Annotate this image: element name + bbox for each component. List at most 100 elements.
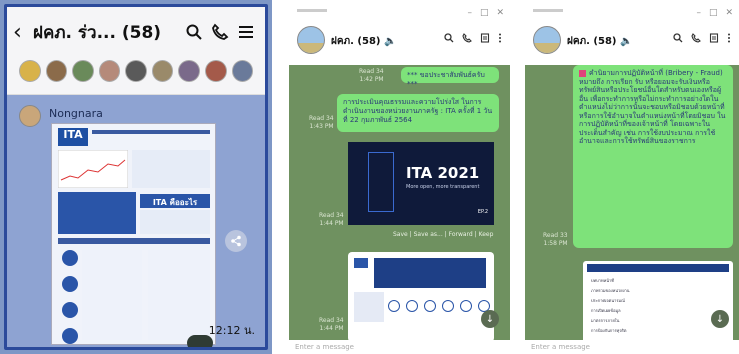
sender-name: Nongnara [49,107,103,120]
image-actions: Save | Save as... | Forward | Keep [393,231,494,238]
scroll-down-icon[interactable]: ↓ [481,310,499,328]
minimize-icon[interactable]: – [696,8,701,18]
close-icon[interactable]: ✕ [725,8,733,18]
mute-icon: 🔈 [619,36,633,47]
poster-banner: ITA คืออะไร [140,194,210,208]
more-icon[interactable] [727,33,731,43]
phone-icon[interactable] [462,33,472,43]
message-bubble[interactable]: *** ขอประชาสัมพันธ์ครับ *** [401,67,499,88]
poster-header-bar [92,130,210,134]
read-receipt: Read 34 1:44 PM [319,212,344,227]
poster-banner-text [140,210,210,234]
menu-icon[interactable] [233,19,259,45]
keep-link[interactable]: Keep [479,231,494,238]
avatar[interactable] [151,60,174,82]
forward-link[interactable]: Forward [449,231,473,238]
window-controls: – □ ✕ [467,8,504,18]
avatar[interactable] [231,60,254,82]
avatar[interactable] [19,60,41,82]
save-link[interactable]: Save [393,231,408,238]
avatar[interactable] [72,60,94,82]
pink-square-icon [579,69,586,77]
window-drag-handle[interactable] [533,9,563,12]
chat-area: Read 34 1:42 PM *** ขอประชาสัมพันธ์ครับ *… [289,65,510,342]
long-message-text: คำนิยามการปฏิบัติหน้าที่ (Bribery - Frau… [579,69,726,146]
ita-episode: EP.2 [477,209,488,215]
doc-row: ประกาศเจตนารมณ์ [591,298,625,303]
poster-blue-block [58,192,136,234]
message-input[interactable]: Enter a message [525,340,739,354]
maximize-icon[interactable]: □ [709,8,718,18]
message-bubble[interactable]: การประเมินคุณธรรมและความโปร่งใส ในการดำเ… [337,94,499,132]
ita-title: ITA 2021 [406,164,480,182]
mobile-chat-panel: ‹ ฝคภ. ร่ว... (58) Nongnara ITA ITA คืออ… [0,0,272,354]
sender-avatar[interactable] [19,105,41,127]
chat-title: ฝคภ. ร่ว... (58) [33,22,162,43]
maximize-icon[interactable]: □ [480,8,489,18]
message-time: 12:12 น. [208,324,255,337]
close-icon[interactable]: ✕ [496,8,504,18]
save-as-link[interactable]: Save as... [414,231,443,238]
doc-row: บทบาทหน้าที่ [591,278,614,283]
avatar[interactable] [204,60,227,82]
chat-area: คำนิยามการปฏิบัติหน้าที่ (Bribery - Frau… [525,65,739,351]
group-avatar[interactable] [297,26,325,54]
window-header: – □ ✕ ฝคภ. (58) 🔈 [525,0,739,65]
chat-name: ฝคภ. (58) 🔈 [567,36,633,47]
group-avatar[interactable] [533,26,561,54]
desktop-chat-panel-1: – □ ✕ ฝคภ. (58) 🔈 Read 34 1:42 PM *** ขอป… [289,0,510,354]
poster-list-right [148,250,210,340]
card-banner [374,258,486,288]
message-bubble[interactable]: คำนิยามการปฏิบัติหน้าที่ (Bribery - Frau… [573,65,733,248]
avatar[interactable] [98,60,121,82]
poster-heading: ITA [58,128,88,146]
avatar[interactable] [178,60,200,82]
read-receipt: Read 34 1:44 PM [319,317,344,332]
header-actions [673,33,731,43]
ita-poster-image[interactable]: ITA ITA คืออะไร [51,123,216,345]
search-icon[interactable] [673,33,683,43]
search-icon[interactable] [444,33,454,43]
poster-chart-graphic [58,150,128,188]
minimize-icon[interactable]: – [467,8,472,18]
poster-list-left [82,250,142,340]
scroll-down-icon[interactable]: ↓ [711,310,729,328]
read-receipt: Read 34 1:42 PM [359,68,384,83]
share-icon[interactable] [225,230,247,252]
window-drag-handle[interactable] [297,9,327,12]
read-receipt: Read 33 1:58 PM [543,232,568,247]
notes-icon[interactable] [480,33,490,43]
phone-icon[interactable] [691,33,701,43]
window-header: – □ ✕ ฝคภ. (58) 🔈 [289,0,510,65]
ita-graphic [368,152,394,212]
avatar[interactable] [125,60,147,82]
card-label [354,292,384,322]
mobile-header: ‹ ฝคภ. ร่ว... (58) [7,7,265,57]
chat-name: ฝคภ. (58) 🔈 [331,36,397,47]
doc-header [587,264,729,272]
notes-icon[interactable] [709,33,719,43]
card-icons [388,300,490,312]
back-arrow-icon[interactable]: ‹ [13,20,33,45]
mobile-frame: ‹ ฝคภ. ร่ว... (58) Nongnara ITA ITA คืออ… [4,4,268,350]
document-image[interactable]: บทบาทหน้าที่ ภาพรวมของหน่วยงาน ประกาศเจต… [583,261,733,351]
member-avatars [7,57,265,95]
header-actions [444,33,502,43]
doc-row: ภาพรวมของหน่วยงาน [591,288,630,293]
avatar[interactable] [45,60,68,82]
chat-area: Nongnara ITA ITA คืออะไร 12:12 น. [7,95,265,347]
infographic-image[interactable] [348,252,494,342]
search-icon[interactable] [181,19,207,45]
poster-icons-left [62,250,78,344]
doc-row: การเปิดเผยข้อมูล [591,308,621,313]
more-icon[interactable] [498,33,502,43]
read-receipt: Read 34 1:43 PM [309,115,334,130]
card-logo [354,258,368,268]
poster-text-block [132,150,210,188]
doc-row: มาตรการภายใน [591,318,620,323]
phone-icon[interactable] [207,19,233,45]
message-input[interactable]: Enter a message [289,340,510,354]
mute-icon: 🔈 [383,36,397,47]
poster-divider [58,238,210,244]
ita-2021-image[interactable]: ITA 2021 More open, more transparent EP.… [348,142,494,225]
